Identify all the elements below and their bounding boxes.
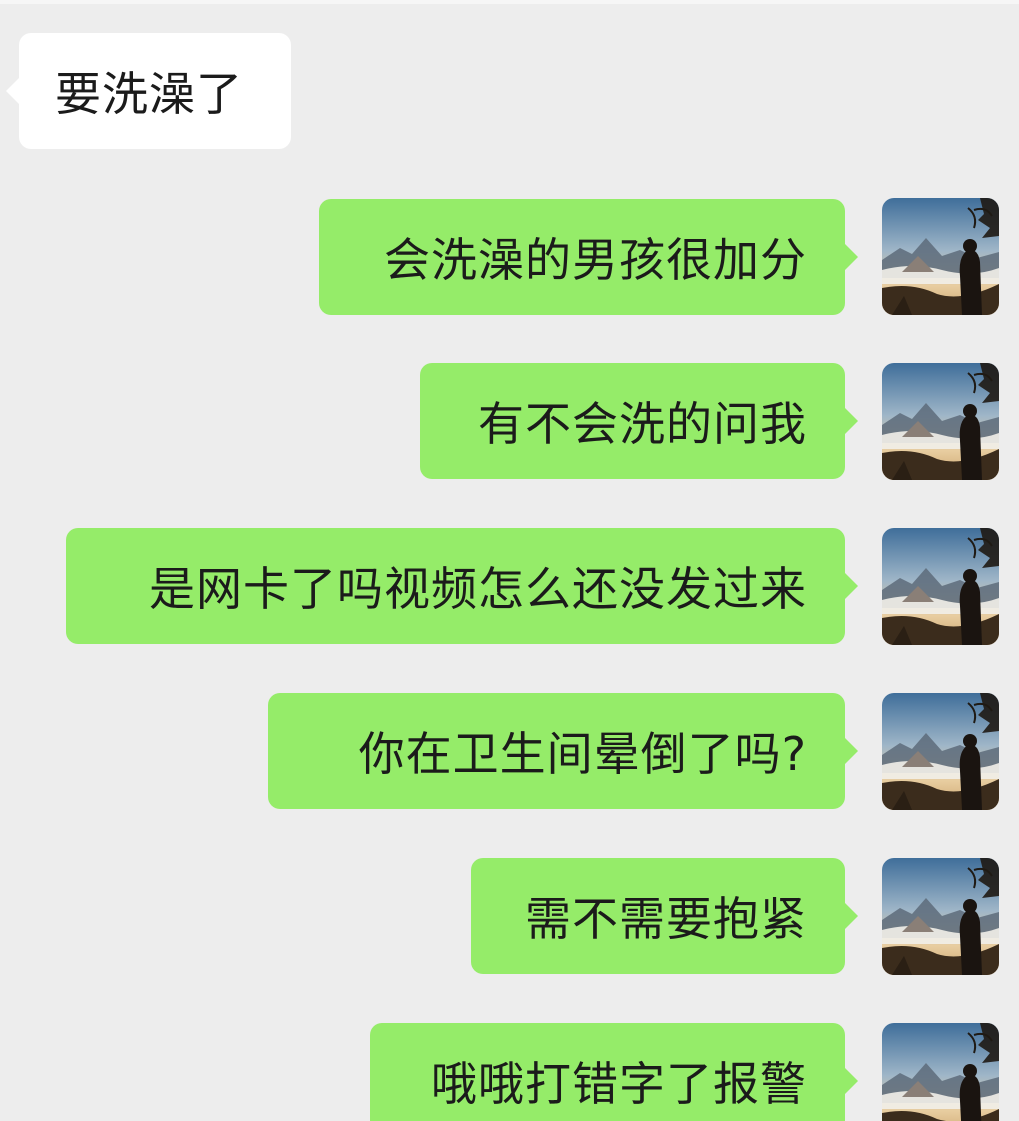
user-avatar-icon[interactable]	[882, 693, 999, 810]
outgoing-message-bubble[interactable]: 有不会洗的问我	[420, 363, 858, 479]
outgoing-message-bubble[interactable]: 你在卫生间晕倒了吗?	[268, 693, 858, 809]
user-avatar-icon[interactable]	[882, 363, 999, 480]
message-text: 要洗澡了	[55, 67, 243, 121]
message-text: 是网卡了吗视频怎么还没发过来	[149, 562, 807, 616]
user-avatar-icon[interactable]	[882, 528, 999, 645]
message-text: 会洗澡的男孩很加分	[384, 233, 807, 287]
outgoing-message-bubble[interactable]: 会洗澡的男孩很加分	[319, 199, 858, 315]
outgoing-message-bubble[interactable]: 需不需要抱紧	[471, 858, 858, 974]
user-avatar-icon[interactable]	[882, 198, 999, 315]
chat-window: 要洗澡了 会洗澡的男孩很加分 有不会洗的问我 是网卡了吗视频怎么还没发过来 你在…	[0, 0, 1019, 1121]
outgoing-message-bubble[interactable]: 是网卡了吗视频怎么还没发过来	[66, 528, 858, 644]
message-text: 你在卫生间晕倒了吗?	[358, 727, 807, 781]
message-text: 哦哦打错字了报警	[431, 1057, 807, 1111]
top-divider	[0, 0, 1019, 4]
message-text: 需不需要抱紧	[525, 892, 807, 946]
user-avatar-icon[interactable]	[882, 858, 999, 975]
outgoing-message-bubble[interactable]: 哦哦打错字了报警	[370, 1023, 858, 1121]
message-text: 有不会洗的问我	[478, 397, 807, 451]
user-avatar-icon[interactable]	[882, 1023, 999, 1121]
incoming-message-bubble[interactable]: 要洗澡了	[6, 33, 291, 149]
